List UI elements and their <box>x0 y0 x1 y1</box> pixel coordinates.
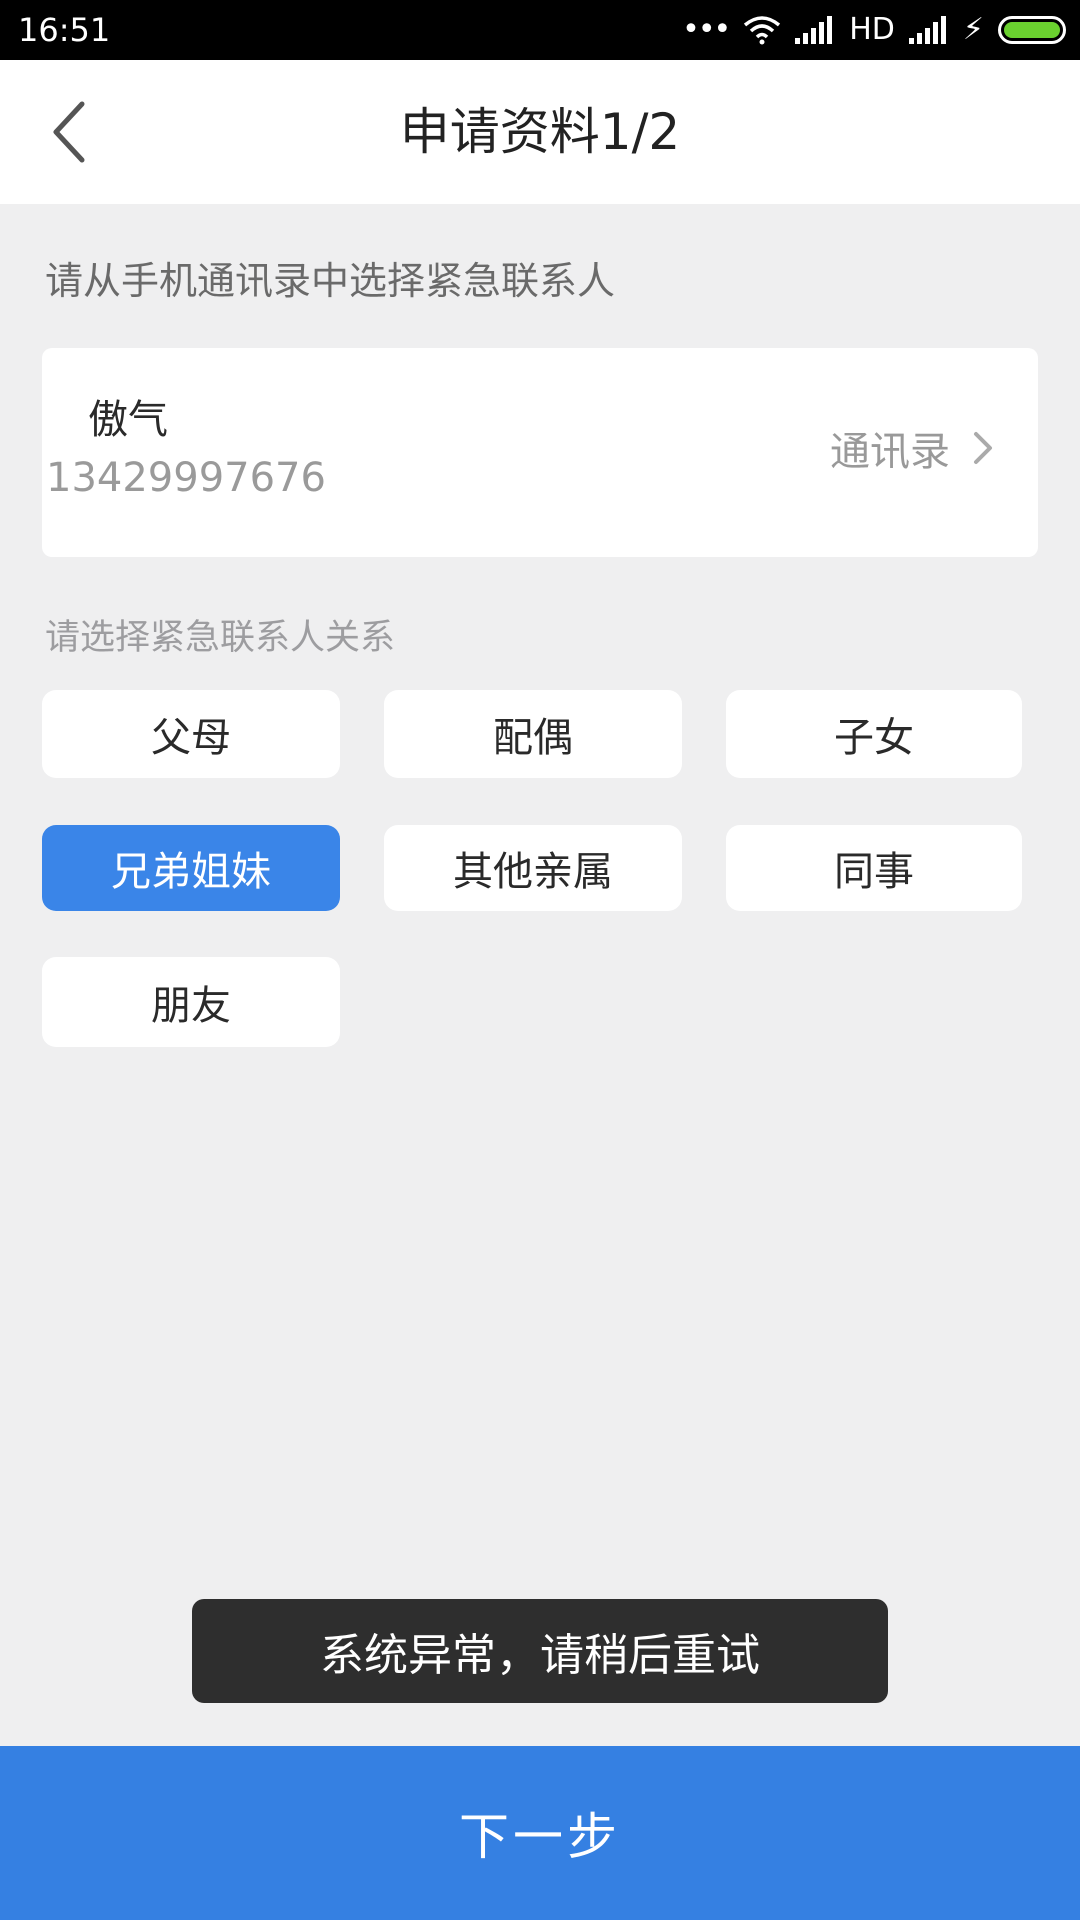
battery-level <box>1004 22 1060 38</box>
status-icons: ••• HD ⚡ <box>682 12 1066 48</box>
app-header: 申请资料1/2 <box>0 60 1080 204</box>
signal-icon <box>795 16 833 44</box>
next-step-button[interactable]: 下一步 <box>0 1746 1080 1920</box>
page-title: 申请资料1/2 <box>399 103 681 161</box>
network-label: HD <box>849 12 895 47</box>
relation-option-colleague[interactable]: 同事 <box>726 825 1022 911</box>
wifi-icon <box>744 16 781 45</box>
status-time: 16:51 <box>18 11 111 49</box>
status-bar: 16:51 ••• HD ⚡ <box>0 0 1080 60</box>
signal-icon <box>908 16 946 44</box>
relation-option-children[interactable]: 子女 <box>726 690 1022 778</box>
contact-phone: 13429997676 <box>46 455 326 501</box>
relation-option-siblings[interactable]: 兄弟姐妹 <box>42 825 340 911</box>
contacts-link[interactable]: 通讯录 <box>830 420 994 476</box>
contact-section-label: 请从手机通讯录中选择紧急联系人 <box>45 259 616 303</box>
relation-option-parents[interactable]: 父母 <box>42 690 340 778</box>
relation-option-friend[interactable]: 朋友 <box>42 957 340 1047</box>
relation-option-spouse[interactable]: 配偶 <box>384 690 682 778</box>
chevron-right-icon <box>974 432 992 464</box>
contacts-link-label: 通讯录 <box>830 429 950 475</box>
charging-icon: ⚡ <box>962 12 984 47</box>
relation-section-label: 请选择紧急联系人关系 <box>45 618 396 658</box>
relation-option-other-relatives[interactable]: 其他亲属 <box>384 825 682 911</box>
more-dots-icon: ••• <box>682 12 731 47</box>
error-toast: 系统异常，请稍后重试 <box>192 1599 888 1703</box>
battery-icon <box>998 16 1066 44</box>
contact-name: 傲气 <box>88 397 168 443</box>
